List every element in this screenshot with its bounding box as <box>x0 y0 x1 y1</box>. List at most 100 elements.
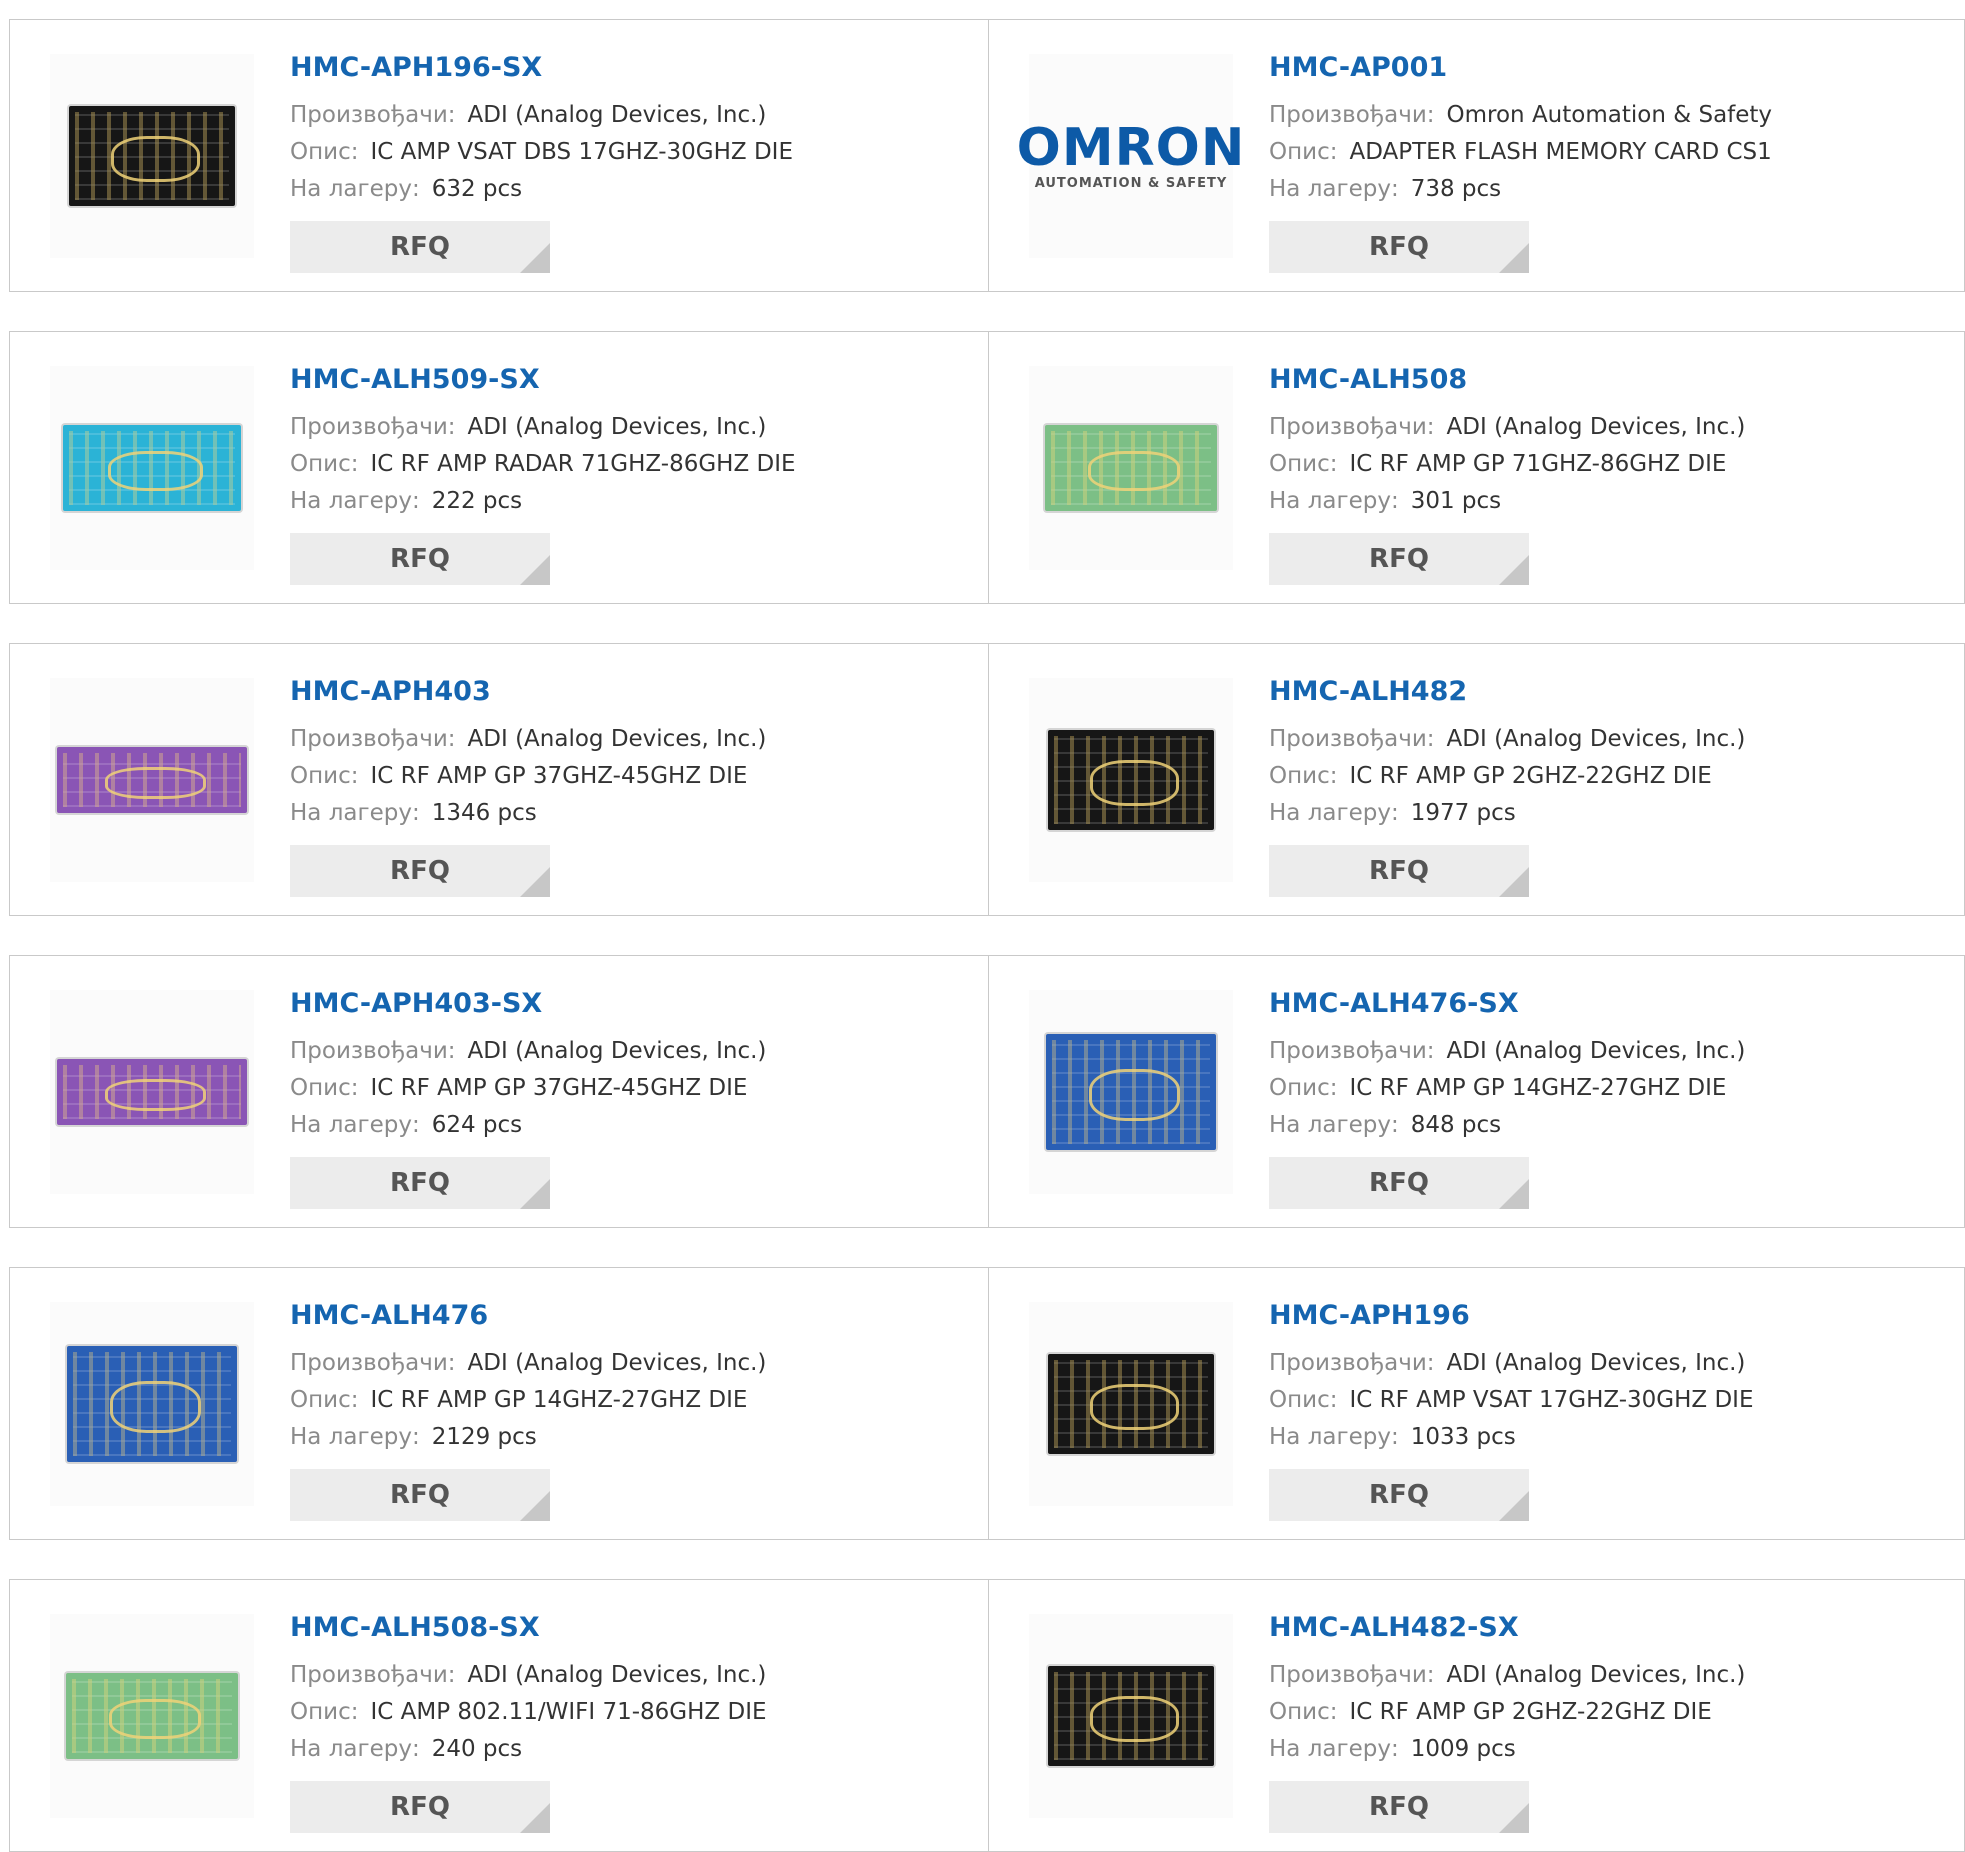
product-image[interactable] <box>50 678 254 882</box>
manufacturer-label: Произвођачи: <box>1269 1038 1435 1064</box>
stock-line: На лагеру: 301 pcs <box>1269 488 1501 514</box>
manufacturer-line: Произвођачи: ADI (Analog Devices, Inc.) <box>290 726 766 752</box>
manufacturer-value: ADI (Analog Devices, Inc.) <box>1446 726 1746 752</box>
stock-line: На лагеру: 1346 pcs <box>290 800 537 826</box>
product-image[interactable] <box>1029 990 1233 1194</box>
product-card: HMC-ALH508 Произвођачи: ADI (Analog Device… <box>988 332 1965 603</box>
stock-label: На лагеру: <box>290 488 420 514</box>
product-image[interactable] <box>1029 1614 1233 1818</box>
description-value: IC RF AMP RADAR 71GHZ-86GHZ DIE <box>370 451 796 477</box>
product-part-number-link[interactable]: HMC-APH403 <box>290 676 491 707</box>
product-part-number-link[interactable]: HMC-ALH508 <box>1269 364 1467 395</box>
product-image[interactable] <box>1029 1302 1233 1506</box>
rfq-button[interactable]: RFQ <box>1269 221 1529 273</box>
product-row: HMC-APH403 Произвођачи: ADI (Analog Device… <box>9 643 1965 916</box>
description-label: Опис: <box>290 1699 359 1725</box>
stock-value: 1009 pcs <box>1410 1736 1516 1762</box>
chip-die-image <box>66 1673 238 1759</box>
description-label: Опис: <box>290 451 359 477</box>
description-value: IC RF AMP GP 14GHZ-27GHZ DIE <box>1349 1075 1727 1101</box>
chip-die-image <box>67 1346 237 1462</box>
manufacturer-value: ADI (Analog Devices, Inc.) <box>467 102 767 128</box>
product-part-number-link[interactable]: HMC-ALH509-SX <box>290 364 540 395</box>
product-image[interactable]: OMRON AUTOMATION & SAFETY <box>1017 54 1244 258</box>
rfq-button-label: RFQ <box>1369 1792 1429 1822</box>
description-label: Опис: <box>1269 451 1338 477</box>
stock-value: 240 pcs <box>431 1736 523 1762</box>
product-part-number-link[interactable]: HMC-ALH482-SX <box>1269 1612 1519 1643</box>
product-image[interactable] <box>1029 678 1233 882</box>
manufacturer-line: Произвођачи: ADI (Analog Devices, Inc.) <box>1269 726 1745 752</box>
stock-label: На лагеру: <box>1269 1736 1399 1762</box>
stock-line: На лагеру: 848 pcs <box>1269 1112 1501 1138</box>
description-line: Опис: IC RF AMP GP 2GHZ-22GHZ DIE <box>1269 763 1712 789</box>
rfq-button[interactable]: RFQ <box>290 845 550 897</box>
description-value: IC AMP VSAT DBS 17GHZ-30GHZ DIE <box>370 139 793 165</box>
rfq-button[interactable]: RFQ <box>1269 533 1529 585</box>
rfq-button[interactable]: RFQ <box>1269 1157 1529 1209</box>
manufacturer-line: Произвођачи: ADI (Analog Devices, Inc.) <box>1269 414 1745 440</box>
rfq-button[interactable]: RFQ <box>290 221 550 273</box>
manufacturer-label: Произвођачи: <box>290 1038 456 1064</box>
product-part-number-link[interactable]: HMC-APH196 <box>1269 1300 1470 1331</box>
description-line: Опис: IC RF AMP GP 2GHZ-22GHZ DIE <box>1269 1699 1712 1725</box>
stock-value: 624 pcs <box>431 1112 523 1138</box>
rfq-button[interactable]: RFQ <box>1269 1781 1529 1833</box>
rfq-button[interactable]: RFQ <box>1269 845 1529 897</box>
rfq-button[interactable]: RFQ <box>290 533 550 585</box>
manufacturer-label: Произвођачи: <box>290 102 456 128</box>
stock-value: 632 pcs <box>431 176 523 202</box>
stock-value: 222 pcs <box>431 488 523 514</box>
product-card: HMC-ALH509-SX Произвођачи: ADI (Analog Dev… <box>10 332 988 603</box>
product-part-number-link[interactable]: HMC-ALH476 <box>290 1300 488 1331</box>
product-row: HMC-ALH508-SX Произвођачи: ADI (Analog Dev… <box>9 1579 1965 1852</box>
description-label: Опис: <box>1269 763 1338 789</box>
rfq-button[interactable]: RFQ <box>290 1469 550 1521</box>
stock-label: На лагеру: <box>290 800 420 826</box>
description-line: Опис: IC AMP VSAT DBS 17GHZ-30GHZ DIE <box>290 139 793 165</box>
manufacturer-value: ADI (Analog Devices, Inc.) <box>1446 1038 1746 1064</box>
product-row: HMC-ALH476 Произвођачи: ADI (Analog Device… <box>9 1267 1965 1540</box>
description-line: Опис: IC RF AMP GP 71GHZ-86GHZ DIE <box>1269 451 1726 477</box>
description-line: Опис: IC RF AMP GP 37GHZ-45GHZ DIE <box>290 763 747 789</box>
product-part-number-link[interactable]: HMC-ALH482 <box>1269 676 1467 707</box>
description-line: Опис: ADAPTER FLASH MEMORY CARD CS1 <box>1269 139 1772 165</box>
chip-die-image <box>1048 730 1214 830</box>
product-part-number-link[interactable]: HMC-APH196-SX <box>290 52 542 83</box>
product-card: HMC-ALH482-SX Произвођачи: ADI (Analog Dev… <box>988 1580 1965 1851</box>
corner-triangle-icon <box>1499 1179 1529 1209</box>
corner-triangle-icon <box>520 1803 550 1833</box>
product-image[interactable] <box>50 366 254 570</box>
corner-triangle-icon <box>520 867 550 897</box>
corner-triangle-icon <box>1499 1803 1529 1833</box>
rfq-button[interactable]: RFQ <box>1269 1469 1529 1521</box>
product-image[interactable] <box>1029 366 1233 570</box>
manufacturer-value: ADI (Analog Devices, Inc.) <box>467 726 767 752</box>
description-line: Опис: IC RF AMP RADAR 71GHZ-86GHZ DIE <box>290 451 796 477</box>
stock-line: На лагеру: 240 pcs <box>290 1736 522 1762</box>
description-label: Опис: <box>1269 1387 1338 1413</box>
product-image[interactable] <box>50 1614 254 1818</box>
corner-triangle-icon <box>1499 243 1529 273</box>
manufacturer-label: Произвођачи: <box>1269 726 1435 752</box>
rfq-button-label: RFQ <box>1369 856 1429 886</box>
product-part-number-link[interactable]: HMC-AP001 <box>1269 52 1447 83</box>
rfq-button[interactable]: RFQ <box>290 1157 550 1209</box>
stock-value: 301 pcs <box>1410 488 1502 514</box>
product-image[interactable] <box>50 990 254 1194</box>
manufacturer-line: Произвођачи: ADI (Analog Devices, Inc.) <box>290 1662 766 1688</box>
product-part-number-link[interactable]: HMC-ALH508-SX <box>290 1612 540 1643</box>
manufacturer-label: Произвођачи: <box>290 414 456 440</box>
rfq-button[interactable]: RFQ <box>290 1781 550 1833</box>
rfq-button-label: RFQ <box>390 232 450 262</box>
manufacturer-value: ADI (Analog Devices, Inc.) <box>1446 1662 1746 1688</box>
product-image[interactable] <box>50 54 254 258</box>
product-part-number-link[interactable]: HMC-APH403-SX <box>290 988 542 1019</box>
product-image[interactable] <box>50 1302 254 1506</box>
description-value: IC RF AMP GP 14GHZ-27GHZ DIE <box>370 1387 748 1413</box>
product-card: HMC-APH196-SX Произвођачи: ADI (Analog Dev… <box>10 20 988 291</box>
chip-die-image <box>57 747 247 813</box>
description-label: Опис: <box>1269 1075 1338 1101</box>
product-part-number-link[interactable]: HMC-ALH476-SX <box>1269 988 1519 1019</box>
product-row: HMC-APH196-SX Произвођачи: ADI (Analog Dev… <box>9 19 1965 292</box>
